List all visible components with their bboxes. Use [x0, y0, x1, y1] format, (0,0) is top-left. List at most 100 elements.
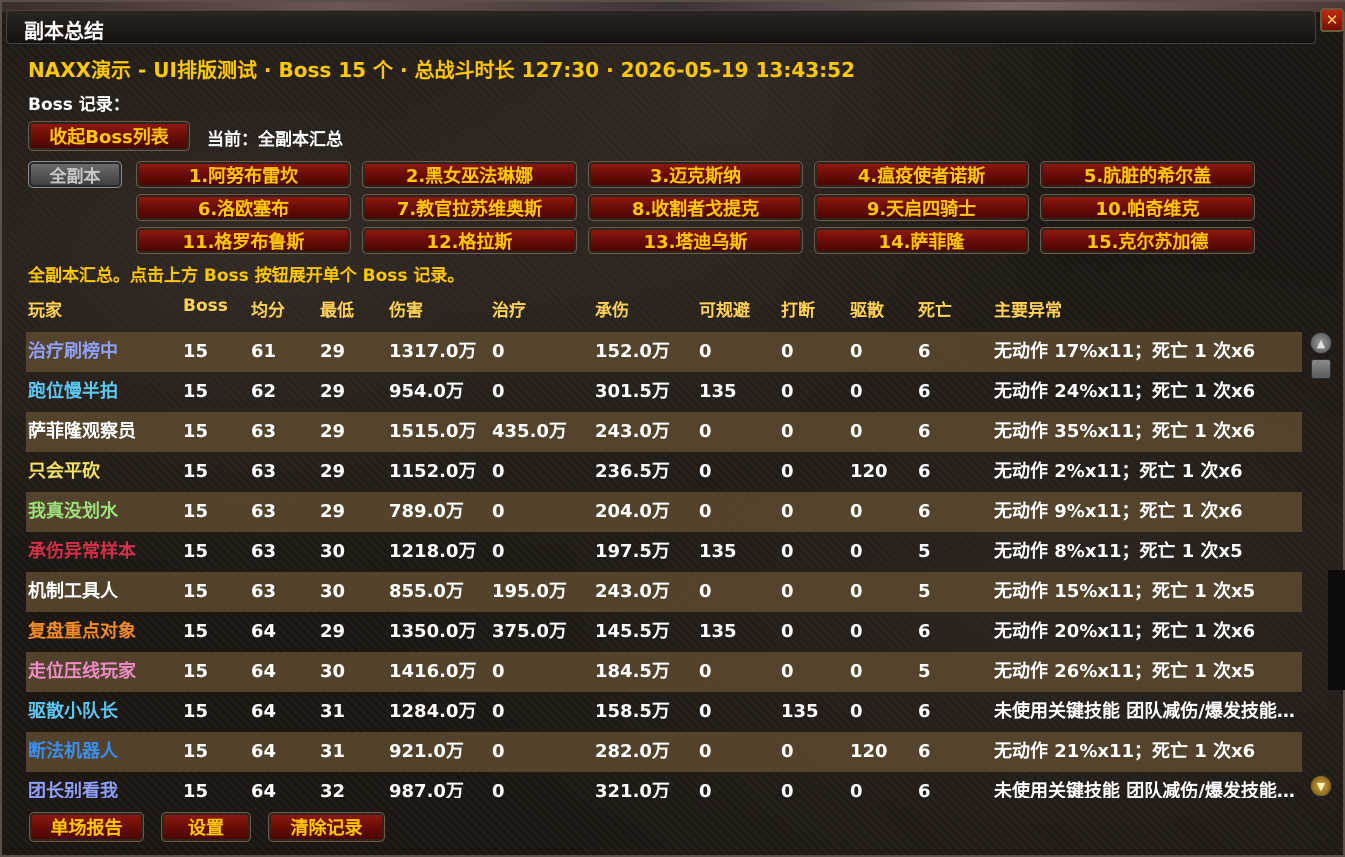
- cell-min: 29: [320, 421, 346, 442]
- scroll-down-arrow-icon: ▼: [1316, 779, 1326, 793]
- column-header-taken[interactable]: 承伤: [595, 296, 629, 321]
- column-header-death[interactable]: 死亡: [918, 296, 952, 321]
- cell-name: 团长别看我: [28, 781, 118, 798]
- boss-button-3[interactable]: 3.迈克斯纳: [588, 161, 803, 188]
- cell-avg: 64: [251, 781, 277, 798]
- cell-healing: 0: [492, 501, 505, 522]
- cell-min: 30: [320, 661, 346, 682]
- cell-interrupt: 0: [781, 581, 794, 602]
- cell-avg: 64: [251, 701, 277, 722]
- settings-button[interactable]: 设置: [161, 812, 251, 842]
- table-row[interactable]: 驱散小队长 15 64 31 1284.0万 0 158.5万 0 135 0 6 未使用关键技能 团…: [26, 692, 1302, 732]
- cell-dispel: 0: [850, 341, 863, 362]
- column-header-boss[interactable]: Boss: [183, 296, 228, 316]
- cell-taken: 236.5万: [595, 461, 670, 482]
- boss-button-1[interactable]: 1.阿努布雷坎: [136, 161, 351, 188]
- boss-button-6[interactable]: 6.洛欧塞布: [136, 194, 351, 221]
- cell-taken: 282.0万: [595, 741, 670, 762]
- cell-min: 29: [320, 341, 346, 362]
- table-row[interactable]: 走位压线玩家 15 64 30 1416.0万 0 184.5万 0 0 0 5 无动作 26%x11…: [26, 652, 1302, 692]
- table-row[interactable]: 复盘重点对象 15 64 29 1350.0万 375.0万 145.5万 135 0 0 6 无动作…: [26, 612, 1302, 652]
- column-header-avoidable[interactable]: 可规避: [699, 296, 750, 321]
- scroll-down-button[interactable]: ▼: [1310, 775, 1332, 797]
- cell-name: 断法机器人: [28, 741, 118, 762]
- table-row[interactable]: 承伤异常样本 15 63 30 1218.0万 0 197.5万 135 0 0 5 无动作 8%x1…: [26, 532, 1302, 572]
- table-row[interactable]: 只会平砍 15 63 29 1152.0万 0 236.5万 0 0 120 6 无动作 2%x11；…: [26, 452, 1302, 492]
- boss-button-4[interactable]: 4.瘟疫使者诺斯: [814, 161, 1029, 188]
- column-header-player[interactable]: 玩家: [28, 296, 62, 321]
- cell-boss: 15: [183, 341, 209, 362]
- table-row[interactable]: 我真没划水 15 63 29 789.0万 0 204.0万 0 0 0 6 无动作 9%x11；死亡…: [26, 492, 1302, 532]
- column-header-damage[interactable]: 伤害: [389, 296, 423, 321]
- cell-damage: 1218.0万: [389, 541, 477, 562]
- title-bar[interactable]: [6, 10, 1316, 44]
- cell-abnormal: 无动作 9%x11；死亡 1 次x6: [994, 501, 1243, 522]
- column-header-min[interactable]: 最低: [320, 296, 354, 321]
- cell-boss: 15: [183, 661, 209, 682]
- cell-avoidable: 0: [699, 501, 712, 522]
- cell-abnormal: 无动作 21%x11；死亡 1 次x6: [994, 741, 1256, 762]
- cell-death: 6: [918, 421, 931, 442]
- cell-avoidable: 0: [699, 781, 712, 798]
- cell-damage: 1284.0万: [389, 701, 477, 722]
- cell-healing: 195.0万: [492, 581, 567, 602]
- table-scrollbar[interactable]: [1308, 330, 1334, 802]
- boss-button-12[interactable]: 12.格拉斯: [362, 227, 577, 254]
- cell-avoidable: 0: [699, 741, 712, 762]
- cell-min: 29: [320, 461, 346, 482]
- table-header: 玩家 Boss 均分 最低 伤害 治疗 承伤 可规避 打断 驱散 死亡 主要异常: [26, 296, 1306, 324]
- single-report-button[interactable]: 单场报告: [29, 812, 144, 842]
- all-instance-button[interactable]: 全副本: [28, 161, 122, 188]
- cell-boss: 15: [183, 381, 209, 402]
- cell-name: 萨菲隆观察员: [28, 421, 136, 442]
- table-row[interactable]: 断法机器人 15 64 31 921.0万 0 282.0万 0 0 120 6 无动作 21%x11…: [26, 732, 1302, 772]
- scroll-up-button[interactable]: ▲: [1310, 332, 1332, 354]
- cell-avoidable: 0: [699, 421, 712, 442]
- table-row[interactable]: 机制工具人 15 63 30 855.0万 195.0万 243.0万 0 0 0 5 无动作 15%…: [26, 572, 1302, 612]
- cell-healing: 0: [492, 541, 505, 562]
- close-button[interactable]: ✕: [1320, 8, 1344, 32]
- cell-avoidable: 0: [699, 581, 712, 602]
- boss-button-5[interactable]: 5.肮脏的希尔盖: [1040, 161, 1255, 188]
- cell-damage: 1515.0万: [389, 421, 477, 442]
- table-row[interactable]: 治疗刷榜中 15 61 29 1317.0万 0 152.0万 0 0 0 6 无动作 17%x11；…: [26, 332, 1302, 372]
- cell-avg: 64: [251, 661, 277, 682]
- column-header-dispel[interactable]: 驱散: [850, 296, 884, 321]
- cell-taken: 301.5万: [595, 381, 670, 402]
- cell-healing: 0: [492, 781, 505, 798]
- cell-min: 30: [320, 581, 346, 602]
- cell-boss: 15: [183, 621, 209, 642]
- clear-records-button[interactable]: 清除记录: [268, 812, 385, 842]
- boss-button-9[interactable]: 9.天启四骑士: [814, 194, 1029, 221]
- boss-button-10[interactable]: 10.帕奇维克: [1040, 194, 1255, 221]
- table-row[interactable]: 萨菲隆观察员 15 63 29 1515.0万 435.0万 243.0万 0 0 0 6 无动作 3…: [26, 412, 1302, 452]
- cell-name: 我真没划水: [28, 501, 118, 522]
- table-row[interactable]: 跑位慢半拍 15 62 29 954.0万 0 301.5万 135 0 0 6 无动作 24%x11…: [26, 372, 1302, 412]
- boss-button-2[interactable]: 2.黑女巫法琳娜: [362, 161, 577, 188]
- cell-boss: 15: [183, 501, 209, 522]
- boss-button-7[interactable]: 7.教官拉苏维奥斯: [362, 194, 577, 221]
- cell-damage: 855.0万: [389, 581, 464, 602]
- instance-summary-window: 副本总结 ✕ NAXX演示 - UI排版测试 · Boss 15 个 · 总战斗…: [0, 0, 1345, 857]
- cell-death: 5: [918, 661, 931, 682]
- boss-button-14[interactable]: 14.萨菲隆: [814, 227, 1029, 254]
- cell-death: 5: [918, 541, 931, 562]
- boss-button-11[interactable]: 11.格罗布鲁斯: [136, 227, 351, 254]
- cell-name: 复盘重点对象: [28, 621, 136, 642]
- boss-button-8[interactable]: 8.收割者戈提克: [588, 194, 803, 221]
- cell-name: 机制工具人: [28, 581, 118, 602]
- column-header-interrupt[interactable]: 打断: [781, 296, 815, 321]
- table-row[interactable]: 团长别看我 15 64 32 987.0万 0 321.0万 0 0 0 6 未使用关键技能 团队减伤…: [26, 772, 1302, 798]
- collapse-boss-list-button[interactable]: 收起Boss列表: [28, 121, 190, 151]
- boss-button-15[interactable]: 15.克尔苏加德: [1040, 227, 1255, 254]
- window-resize-handle[interactable]: [1328, 570, 1345, 690]
- column-header-avg[interactable]: 均分: [251, 296, 285, 321]
- boss-button-13[interactable]: 13.塔迪乌斯: [588, 227, 803, 254]
- cell-healing: 0: [492, 461, 505, 482]
- column-header-abnormal[interactable]: 主要异常: [994, 296, 1062, 321]
- cell-abnormal: 无动作 24%x11；死亡 1 次x6: [994, 381, 1256, 402]
- column-header-healing[interactable]: 治疗: [492, 296, 526, 321]
- cell-healing: 0: [492, 741, 505, 762]
- cell-min: 32: [320, 781, 346, 798]
- scrollbar-thumb[interactable]: [1311, 359, 1331, 379]
